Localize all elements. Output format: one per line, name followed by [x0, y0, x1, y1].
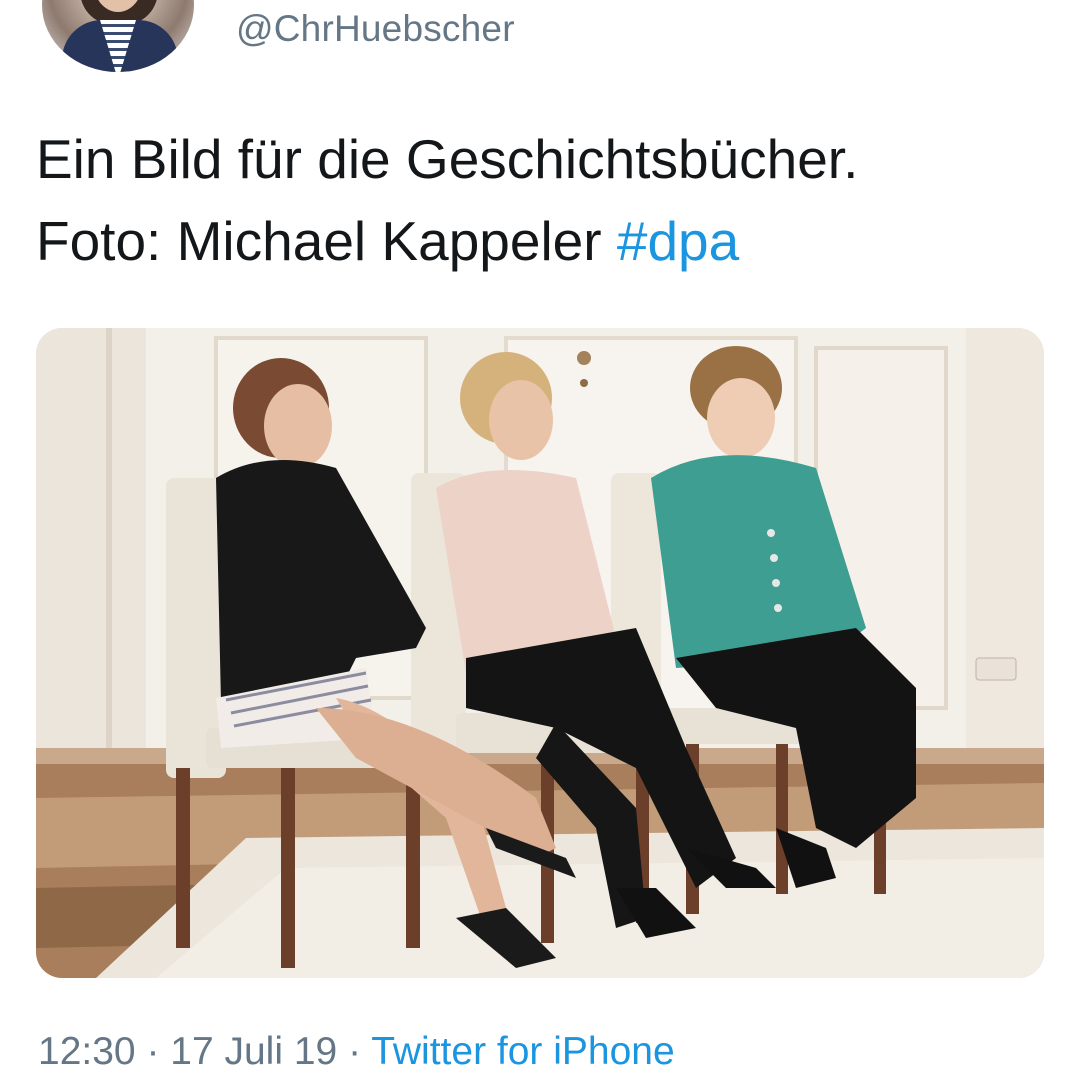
photo-credit: Foto: Michael Kappeler: [36, 210, 617, 272]
photo-illustration: [36, 328, 1044, 978]
tweet-date[interactable]: 17 Juli 19: [170, 1030, 337, 1073]
tweet-text-line2: Foto: Michael Kappeler #dpa: [36, 200, 1046, 282]
tweet-photo[interactable]: [36, 328, 1044, 978]
user-handle[interactable]: @ChrHuebscher: [236, 8, 515, 50]
tweet-meta: 12:30 · 17 Juli 19 · Twitter for iPhone: [38, 1030, 675, 1074]
tweet-text-line1: Ein Bild für die Geschichtsbücher.: [36, 128, 859, 190]
hashtag-link[interactable]: #dpa: [617, 210, 739, 272]
tweet-text: Ein Bild für die Geschichtsbücher. Foto:…: [36, 118, 1046, 282]
meta-separator-2: ·: [337, 1030, 372, 1073]
avatar[interactable]: [42, 0, 194, 72]
tweet-time[interactable]: 12:30: [38, 1030, 136, 1073]
meta-separator-1: ·: [135, 1030, 171, 1073]
tweet-source-link[interactable]: Twitter for iPhone: [371, 1030, 674, 1073]
